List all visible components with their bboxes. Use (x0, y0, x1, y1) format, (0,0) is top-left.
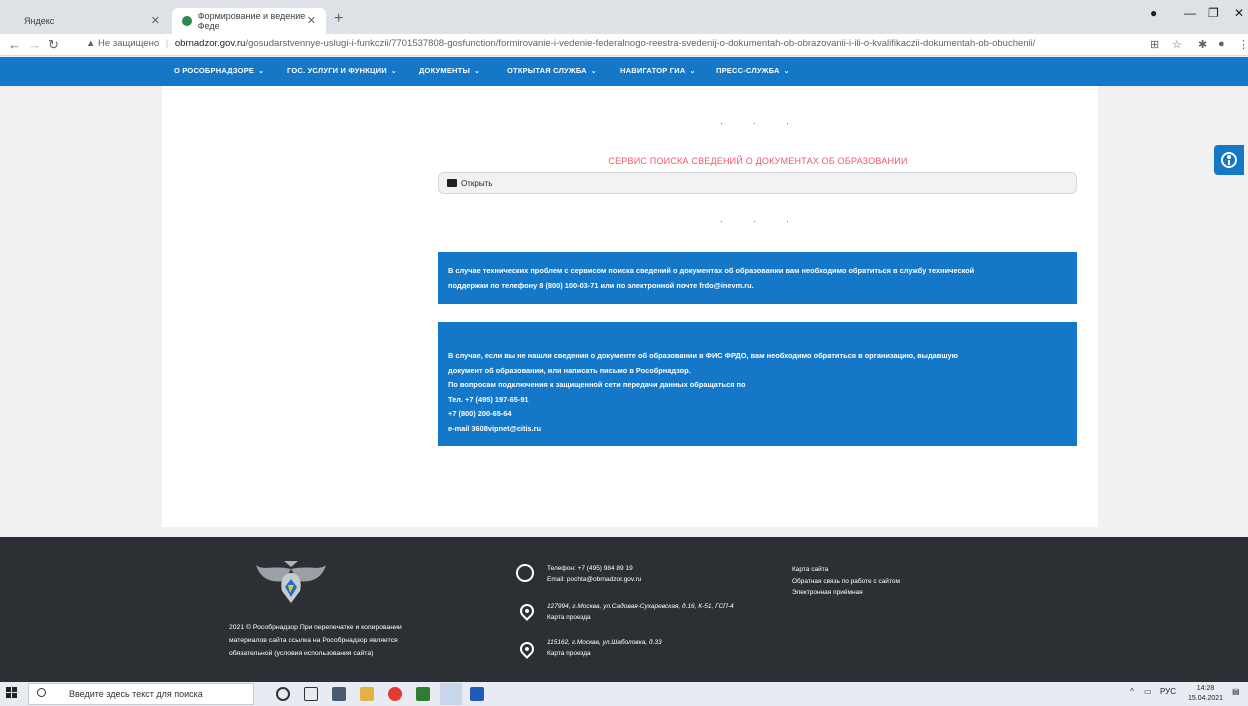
folder-icon[interactable] (360, 687, 374, 701)
email-link[interactable]: Email: pochta@obrnadzor.gov.ru (547, 574, 641, 585)
chrome-icon[interactable] (440, 683, 462, 705)
map-link[interactable]: Карта проезда (547, 612, 734, 623)
tray-chevron-icon[interactable]: ^ (1130, 687, 1134, 696)
minimize-icon[interactable]: — (1184, 6, 1196, 20)
info-text: +7 (800) 200-65-64 (448, 409, 512, 418)
address-bar: ← → ↻ ▲ Не защищено | obrnadzor.gov.ru/g… (0, 34, 1248, 56)
url-domain: obrnadzor.gov.ru (174, 38, 246, 49)
reload-icon[interactable]: ↻ (48, 37, 59, 53)
taskbar: Введите здесь текст для поиска ^ ▭ РУС 1… (0, 682, 1248, 706)
task-view-icon[interactable] (304, 687, 318, 701)
nav-item-about[interactable]: О РОСОБРНАДЗОРЕ ⌄ (174, 66, 264, 75)
file-explorer-icon[interactable] (332, 687, 346, 701)
chevron-down-icon: ⌄ (783, 68, 790, 75)
account-icon[interactable]: ● (1218, 38, 1225, 50)
clock[interactable]: 14:28 15.04.2021 (1188, 684, 1223, 704)
nav-item-press[interactable]: ПРЕСС-СЛУЖБА ⌄ (716, 66, 790, 75)
nav-item-open-service[interactable]: ОТКРЫТАЯ СЛУЖБА ⌄ (507, 66, 597, 75)
notifications-icon[interactable]: ▤ (1232, 687, 1240, 696)
close-tab-icon[interactable]: ✕ (151, 14, 160, 27)
address-2: 115162, г.Москва, ул.Шаболовка, д.33 Кар… (547, 639, 662, 659)
content-area (162, 86, 1098, 527)
forward-icon[interactable]: → (28, 37, 41, 52)
maximize-icon[interactable]: ❐ (1208, 6, 1219, 20)
info-text: По вопросам подключения к защищенной сет… (448, 380, 746, 389)
location-pin-icon (517, 601, 537, 621)
url-field[interactable]: ▲ Не защищено | obrnadzor.gov.ru/gosudar… (86, 38, 1035, 49)
footer-links: Карта сайта Обратная связь по работе с с… (792, 564, 900, 599)
translate-icon[interactable]: ⊞ (1150, 38, 1159, 51)
sitemap-link[interactable]: Карта сайта (792, 564, 900, 576)
info-text: e-mail 3608vipnet@citis.ru (448, 423, 542, 433)
info-text: поддержки по телефону 8 (800) 100-03-71 … (448, 280, 754, 290)
tab-yandex[interactable]: Яндекс ✕ (10, 8, 170, 34)
address-1: 127994, г.Москва, ул.Садовая-Сухаревская… (547, 603, 734, 623)
map-link[interactable]: Карта проезда (547, 648, 662, 659)
cortana-icon[interactable] (276, 687, 290, 701)
taskbar-search-input[interactable]: Введите здесь текст для поиска (28, 683, 254, 705)
location-pin-icon (517, 639, 537, 659)
phone-text: Телефон: +7 (495) 984 89 19 (547, 565, 633, 572)
info-text: документ об образовании, или написать пи… (448, 365, 691, 375)
chevron-down-icon: ⌄ (474, 68, 481, 75)
chevron-down-icon: ⌄ (689, 68, 696, 75)
tab-active[interactable]: Формирование и ведение Феде ✕ (172, 8, 326, 34)
not-found-info: В случае, если вы не нашли сведения о до… (438, 322, 1077, 446)
search-icon (37, 688, 46, 697)
tab-title: Яндекс (24, 16, 55, 26)
new-tab-button[interactable]: + (334, 10, 343, 28)
info-text: В случае, если вы не нашли сведения о до… (448, 351, 958, 360)
chevron-down-icon: ⌄ (390, 68, 397, 75)
site-navigation: О РОСОБРНАДЗОРЕ ⌄ ГОС. УСЛУГИ И ФУНКЦИИ ⌄ … (0, 57, 1248, 86)
open-label: Открыть (461, 179, 493, 188)
tech-support-info: В случае технических проблем с сервисом … (438, 252, 1077, 304)
accessibility-button[interactable] (1214, 145, 1244, 175)
info-text: В случае технических проблем с сервисом … (448, 266, 975, 275)
separator-dots: ··· (720, 118, 819, 128)
info-text: Тел. +7 (495) 197-65-91 (448, 394, 529, 404)
favicon-icon (182, 16, 192, 26)
url-path: /gosudarstvennye-uslugi-i-funkczii/77015… (245, 38, 1036, 49)
menu-icon[interactable]: ⋮ (1238, 38, 1248, 51)
close-tab-icon[interactable]: ✕ (307, 14, 316, 27)
nav-item-services[interactable]: ГОС. УСЛУГИ И ФУНКЦИИ ⌄ (287, 66, 397, 75)
feedback-link[interactable]: Обратная связь по работе с сайтом (792, 576, 900, 588)
nav-item-documents[interactable]: ДОКУМЕНТЫ ⌄ (419, 66, 480, 75)
copyright: 2021 © Рособрнадзор При перепечатке и ко… (229, 624, 402, 657)
windows-start-icon[interactable] (6, 687, 18, 699)
chevron-down-icon: ⌄ (258, 68, 265, 75)
chevron-down-icon: ⌄ (590, 68, 597, 75)
service-title: СЕРВИС ПОИСКА СВЕДЕНИЙ О ДОКУМЕНТАХ ОБ О… (608, 156, 908, 166)
footer: 2021 © Рособрнадзор При перепечатке и ко… (0, 537, 1248, 682)
language-indicator[interactable]: РУС (1160, 687, 1176, 696)
nav-item-gia-navigator[interactable]: НАВИГАТОР ГИА ⌄ (620, 66, 696, 75)
separator-dots: ··· (720, 216, 819, 226)
warning-icon: ▲ (86, 38, 99, 49)
close-window-icon[interactable]: ✕ (1234, 6, 1244, 20)
open-accordion[interactable]: Открыть (438, 172, 1077, 194)
phone-icon (516, 564, 534, 582)
yandex-browser-icon[interactable] (388, 687, 402, 701)
folder-icon (447, 179, 457, 187)
network-icon[interactable]: ▭ (1144, 687, 1152, 696)
profile-icon[interactable]: ● (1150, 6, 1157, 20)
back-icon[interactable]: ← (8, 37, 21, 52)
browser-tab-bar: Яндекс ✕ Формирование и ведение Феде ✕ +… (0, 0, 1248, 34)
contact-info: Телефон: +7 (495) 984 89 19 Email: pocht… (547, 563, 641, 585)
image-viewer-icon[interactable] (416, 687, 430, 701)
star-icon[interactable]: ☆ (1172, 38, 1182, 51)
word-icon[interactable] (470, 687, 484, 701)
extensions-icon[interactable]: ✱ (1198, 38, 1207, 51)
reception-link[interactable]: Электронная приёмная (792, 587, 900, 599)
rosobrnadzor-emblem-icon (256, 561, 326, 603)
security-label: Не защищено (98, 38, 160, 49)
